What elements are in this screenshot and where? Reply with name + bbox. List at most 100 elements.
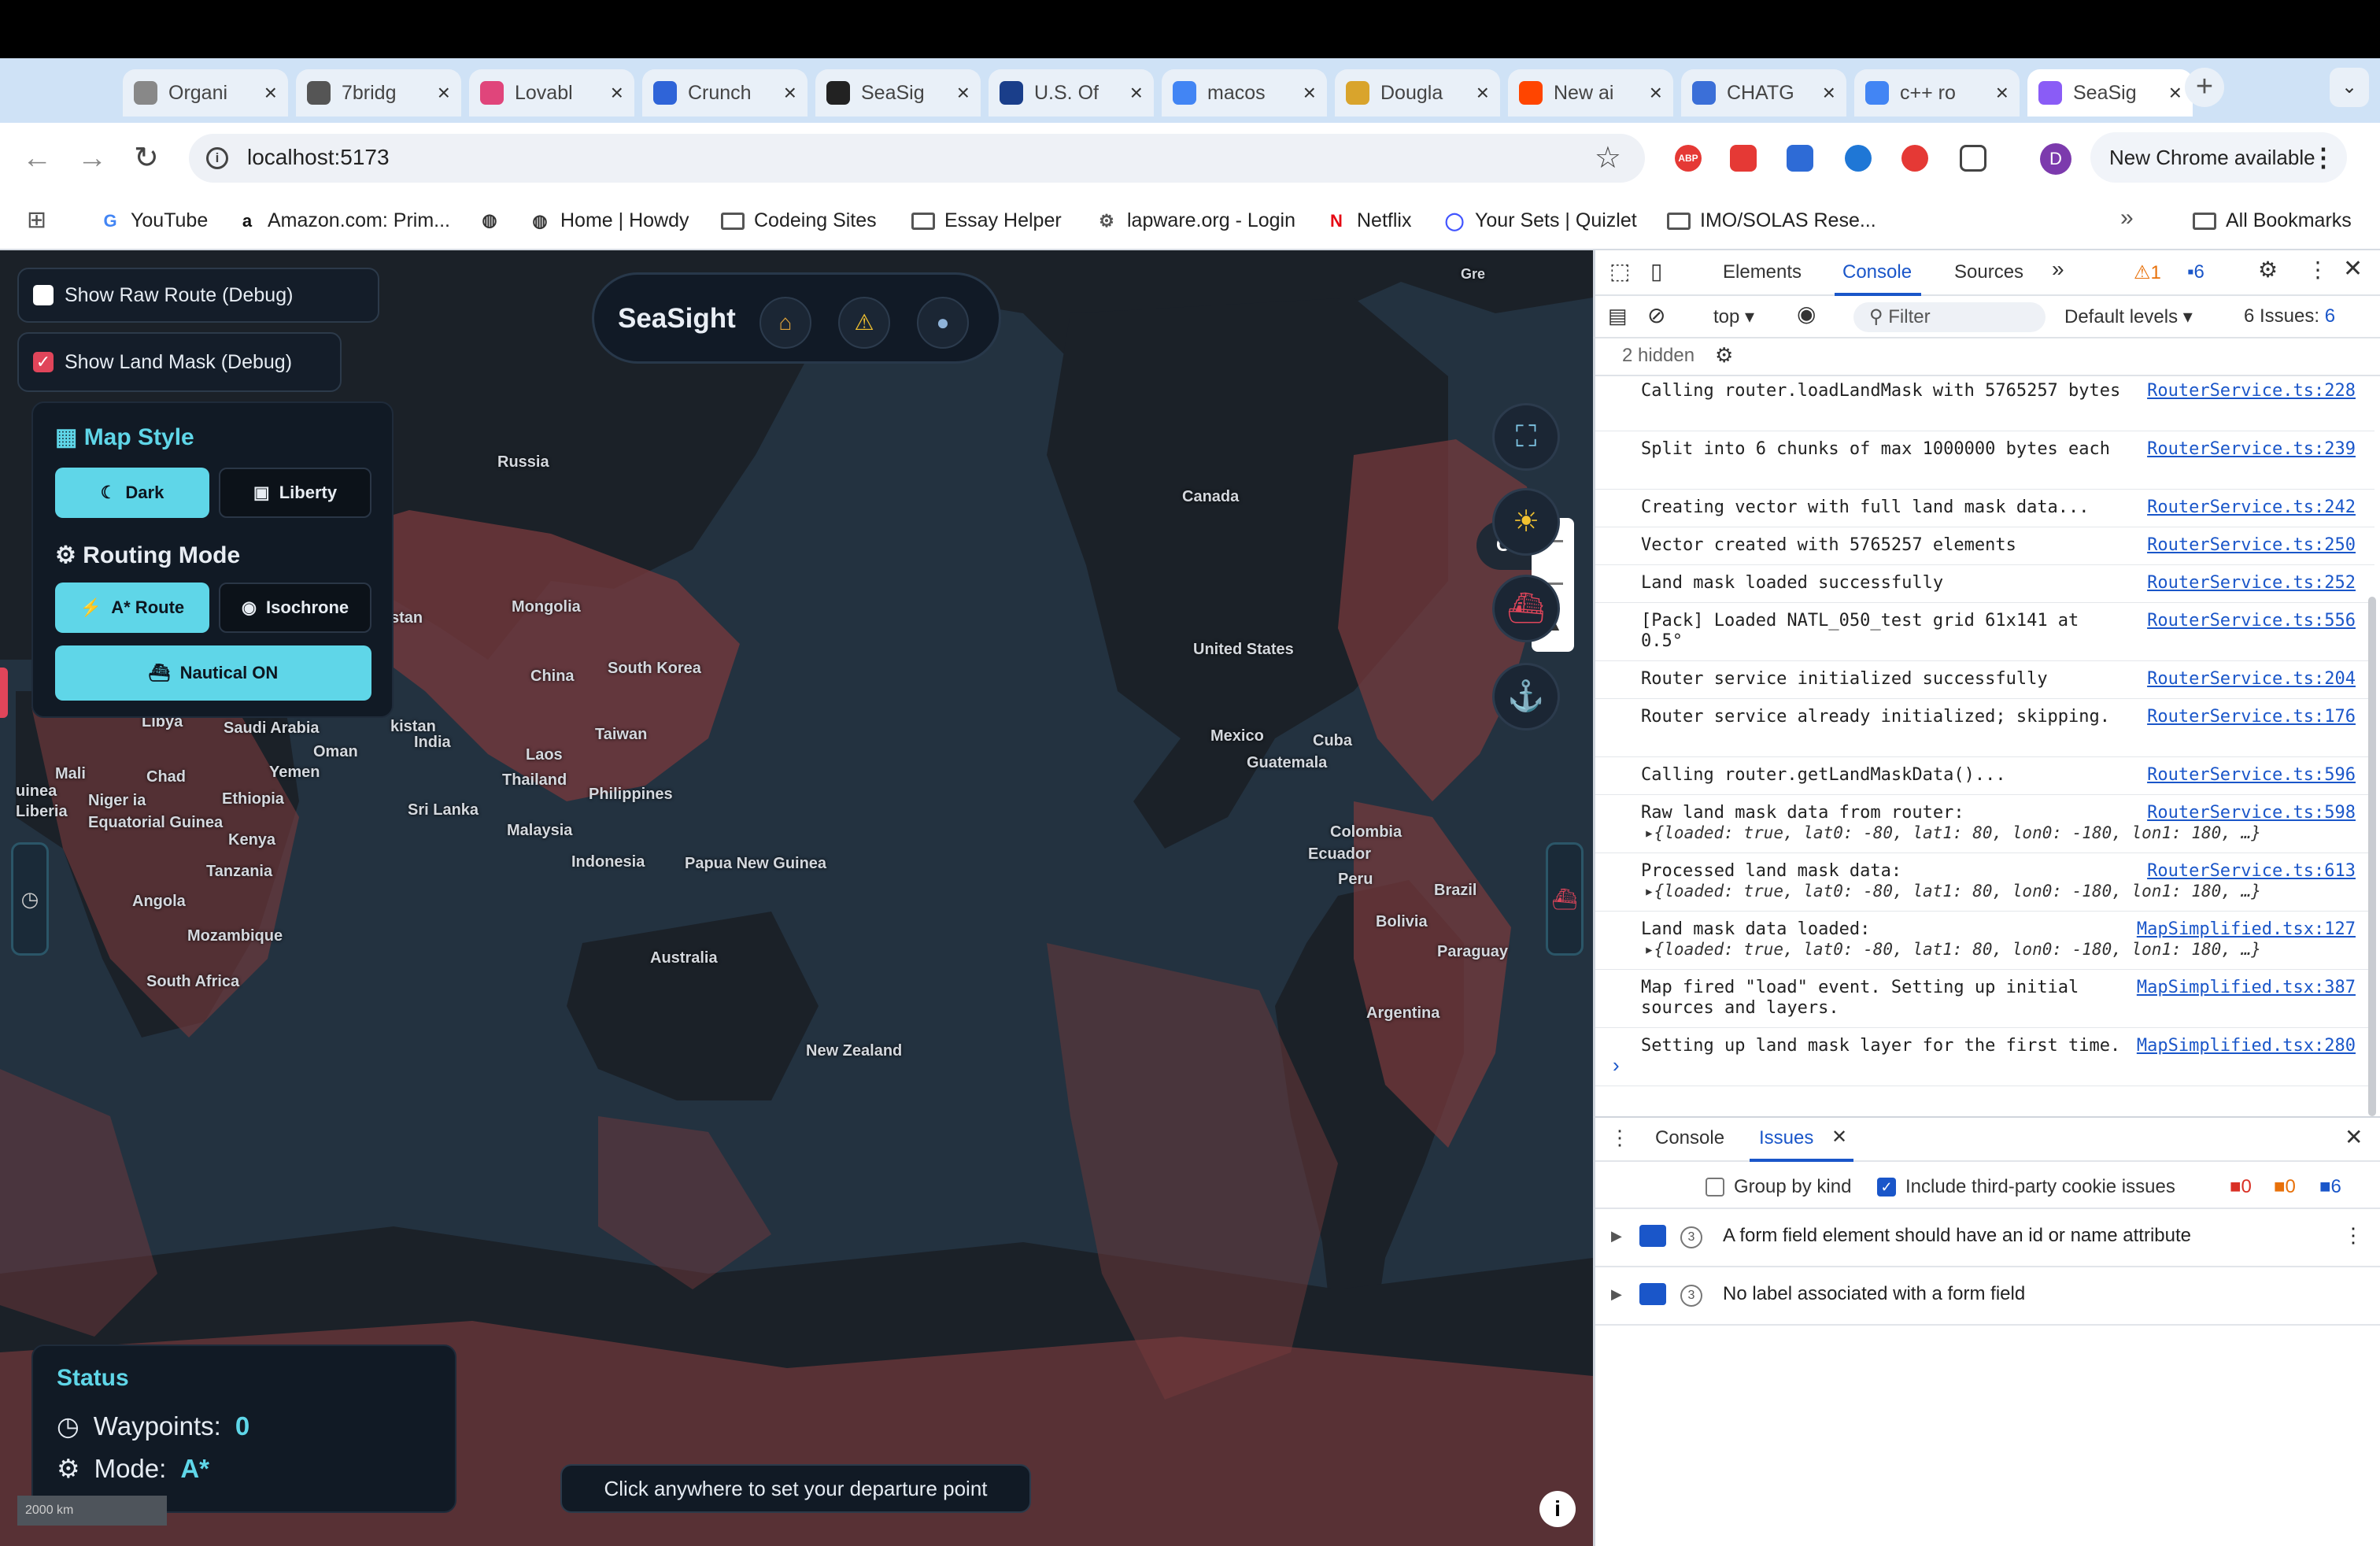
inspect-element-icon[interactable]: ⬚ [1609, 258, 1630, 284]
messages-badge[interactable]: ▪6 [2187, 261, 2204, 283]
dark-style-button[interactable]: ☾ Dark [55, 468, 209, 518]
anchor-icon[interactable]: ⚓ [1492, 663, 1560, 730]
adblock-extension-icon[interactable]: ABP [1675, 145, 1702, 172]
console-filter-input[interactable]: ⚲ Filter [1853, 302, 2046, 332]
ship-layer-icon[interactable]: ⛴ [1492, 575, 1560, 642]
home-icon[interactable]: ⌂ [759, 297, 811, 349]
expand-triangle-icon[interactable]: ▶ [1611, 1228, 1622, 1245]
forward-arrow-icon[interactable]: → [77, 143, 107, 173]
log-source-link[interactable]: RouterService.ts:204 [2147, 669, 2356, 689]
browser-tab[interactable]: SeaSig × [815, 69, 981, 117]
issues-summary[interactable]: 6 Issues: 6 [2244, 305, 2335, 327]
browser-tab[interactable]: c++ ro × [1854, 69, 2020, 117]
close-tab-icon[interactable]: × [1996, 80, 2009, 105]
log-source-link[interactable]: MapSimplified.tsx:280 [2137, 1036, 2356, 1056]
close-issues-tab-icon[interactable]: ✕ [1831, 1126, 1847, 1148]
console-prompt-icon[interactable]: › [1613, 1053, 1620, 1078]
browser-tab[interactable]: Lovabl × [469, 69, 634, 117]
bookmark-item[interactable]: Codeing Sites [721, 209, 877, 232]
bookmark-item[interactable]: N Netflix [1325, 209, 1411, 232]
more-menu-icon[interactable]: ⋮ [2311, 132, 2336, 183]
log-source-link[interactable]: RouterService.ts:228 [2147, 381, 2356, 401]
extension-chart-icon[interactable] [1787, 145, 1813, 172]
expand-triangle-icon[interactable]: ▶ [1611, 1286, 1622, 1303]
browser-tab[interactable]: U.S. Of × [989, 69, 1154, 117]
sidebar-toggle-icon[interactable]: ▤ [1608, 304, 1628, 328]
bookmark-item[interactable]: a Amazon.com: Prim... [236, 209, 450, 232]
log-object-preview[interactable]: ▸{loaded: true, lat0: -80, lat1: 80, lon… [1644, 940, 2261, 959]
log-source-link[interactable]: RouterService.ts:250 [2147, 535, 2356, 555]
browser-tab[interactable]: 7bridg × [296, 69, 461, 117]
device-toolbar-icon[interactable]: ▯ [1650, 258, 1662, 284]
nautical-toggle-button[interactable]: ⛴ Nautical ON [55, 645, 371, 701]
log-source-link[interactable]: MapSimplified.tsx:127 [2137, 919, 2356, 939]
close-tab-icon[interactable]: × [1476, 80, 1489, 105]
weather-icon[interactable]: ☀ [1492, 488, 1560, 556]
live-expression-eye-icon[interactable]: ◉ [1797, 301, 1816, 327]
extension-blue-icon[interactable] [1845, 145, 1872, 172]
settings-gear-icon[interactable]: ⚙ [2258, 257, 2278, 283]
close-tab-icon[interactable]: × [1303, 80, 1316, 105]
bookmark-item[interactable]: ⚙ lapware.org - Login [1096, 209, 1295, 232]
tab-console[interactable]: Console [1842, 261, 1912, 283]
log-levels-select[interactable]: Default levels ▾ [2064, 305, 2193, 328]
log-source-link[interactable]: RouterService.ts:176 [2147, 707, 2356, 727]
log-source-link[interactable]: RouterService.ts:252 [2147, 573, 2356, 593]
close-tab-icon[interactable]: × [957, 80, 970, 105]
profile-avatar[interactable]: D [2040, 143, 2071, 175]
show-raw-route-toggle[interactable]: Show Raw Route (Debug) [17, 268, 379, 323]
all-bookmarks[interactable]: All Bookmarks [2193, 209, 2352, 232]
attribution-info-icon[interactable]: i [1539, 1491, 1576, 1527]
drawer-tab-console[interactable]: Console [1655, 1127, 1724, 1149]
bookmark-item[interactable]: ◍ [479, 209, 501, 231]
right-drawer-handle-icon[interactable]: ⛴ [1546, 842, 1584, 956]
url-text[interactable]: localhost:5173 [247, 145, 390, 170]
site-info-icon[interactable]: i [206, 147, 228, 169]
liberty-style-button[interactable]: ▣ Liberty [219, 468, 371, 518]
devtools-menu-icon[interactable]: ⋮ [2307, 257, 2329, 283]
close-tab-icon[interactable]: × [784, 80, 796, 105]
close-tab-icon[interactable]: × [1650, 80, 1662, 105]
astar-route-button[interactable]: ⚡ A* Route [55, 583, 209, 633]
log-source-link[interactable]: RouterService.ts:242 [2147, 497, 2356, 517]
extension-red-icon[interactable] [1730, 145, 1757, 172]
warning-icon[interactable]: ⚠ [838, 297, 890, 349]
console-settings-gear-icon[interactable]: ⚙ [1715, 343, 1733, 368]
new-tab-button[interactable]: + [2185, 68, 2224, 107]
more-tabs-chevron-icon[interactable]: » [2052, 257, 2064, 282]
log-source-link[interactable]: RouterService.ts:598 [2147, 803, 2356, 823]
close-tab-icon[interactable]: × [1130, 80, 1143, 105]
show-land-mask-toggle[interactable]: ✓ Show Land Mask (Debug) [17, 332, 342, 392]
browser-tab[interactable]: SeaSig × [2027, 69, 2193, 117]
issue-row[interactable]: ▶ 3 A form field element should have an … [1595, 1209, 2380, 1267]
browser-tab[interactable]: CHATG × [1681, 69, 1846, 117]
raw-route-checkbox[interactable] [33, 285, 54, 305]
browser-tab[interactable]: Organi × [123, 69, 288, 117]
log-source-link[interactable]: RouterService.ts:596 [2147, 765, 2356, 785]
isochrone-button[interactable]: ◉ Isochrone [219, 583, 371, 633]
tab-elements[interactable]: Elements [1723, 261, 1802, 283]
browser-tab[interactable]: Dougla × [1335, 69, 1500, 117]
issue-row[interactable]: ▶ 3 No label associated with a form fiel… [1595, 1267, 2380, 1326]
third-party-checkbox[interactable]: ✓ [1877, 1178, 1896, 1196]
more-bookmarks-chevron-icon[interactable]: » [2120, 205, 2134, 231]
log-object-preview[interactable]: ▸{loaded: true, lat0: -80, lat1: 80, lon… [1644, 823, 2261, 842]
browser-tab[interactable]: macos × [1162, 69, 1327, 117]
bookmark-item[interactable]: ◯ Your Sets | Quizlet [1443, 209, 1637, 232]
bookmark-item[interactable]: ◍ Home | Howdy [529, 209, 689, 232]
tab-sources[interactable]: Sources [1954, 261, 2023, 283]
browser-tab[interactable]: Crunch × [642, 69, 808, 117]
bookmark-star-icon[interactable]: ☆ [1595, 140, 1621, 176]
drawer-menu-icon[interactable]: ⋮ [1609, 1126, 1630, 1150]
tab-search-chevron-icon[interactable]: ⌄ [2330, 68, 2369, 107]
browser-tab[interactable]: New ai × [1508, 69, 1673, 117]
user-icon[interactable]: ● [917, 297, 969, 349]
group-by-kind-checkbox[interactable] [1706, 1178, 1724, 1196]
close-drawer-icon[interactable]: ✕ [2345, 1124, 2363, 1150]
fullscreen-route-icon[interactable]: ⛶ [1492, 403, 1560, 471]
left-drawer-handle-icon[interactable]: ◷ [11, 842, 49, 956]
bookmark-item[interactable]: Essay Helper [911, 209, 1062, 232]
back-arrow-icon[interactable]: ← [22, 143, 52, 173]
log-object-preview[interactable]: ▸{loaded: true, lat0: -80, lat1: 80, lon… [1644, 882, 2261, 901]
close-tab-icon[interactable]: × [2169, 80, 2182, 105]
